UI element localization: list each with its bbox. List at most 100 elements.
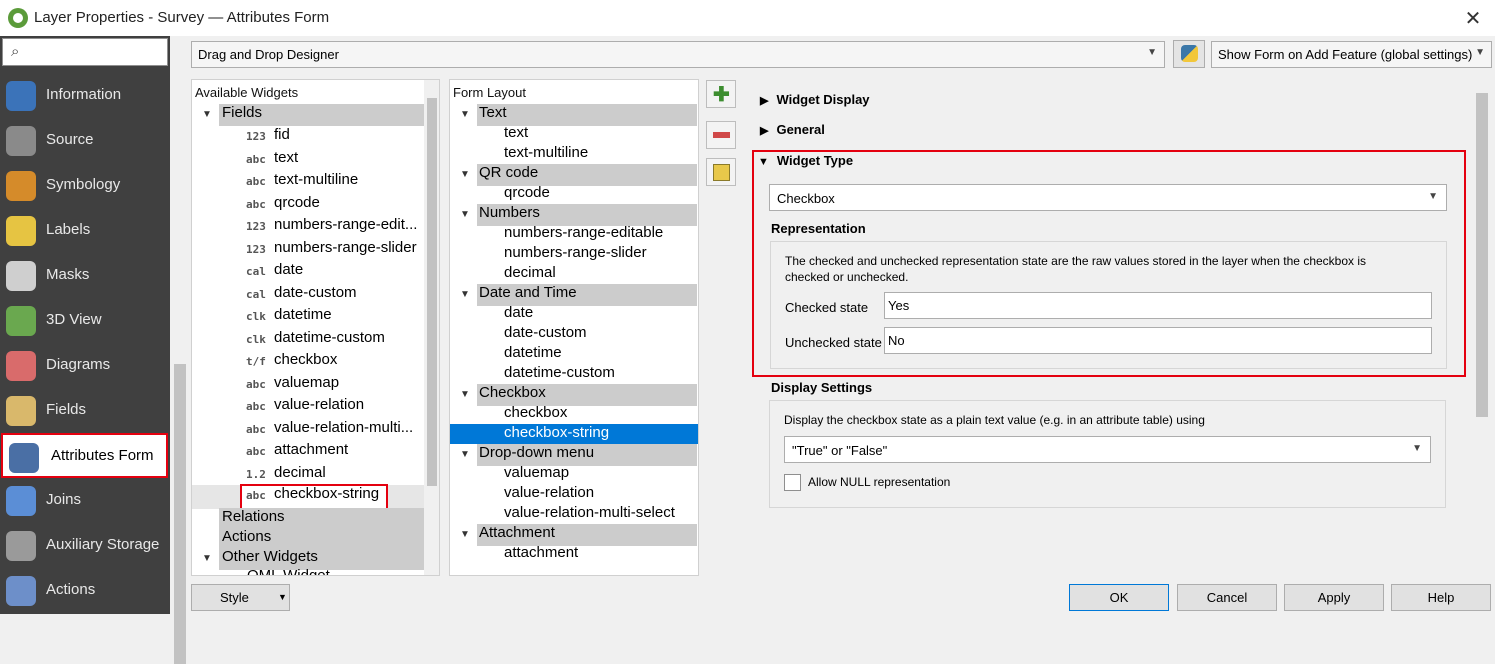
- field-item[interactable]: 123 numbers-range-edit...: [242, 216, 422, 238]
- tree-label: Date and Time: [479, 284, 577, 301]
- field-item[interactable]: 1.2 decimal: [242, 464, 422, 486]
- field-item[interactable]: 123 fid: [242, 126, 422, 148]
- field-item[interactable]: clk datetime: [242, 306, 422, 328]
- sidebar-item-3d-view[interactable]: 3D View: [0, 298, 170, 343]
- layout-group[interactable]: ▼ Drop-down menu: [460, 444, 697, 466]
- show-form-select[interactable]: Show Form on Add Feature (global setting…: [1211, 41, 1492, 68]
- field-item[interactable]: 123 numbers-range-slider: [242, 239, 422, 261]
- unchecked-state-input[interactable]: No: [884, 327, 1432, 354]
- layout-group[interactable]: ▼ Text: [460, 104, 697, 126]
- layout-item[interactable]: datetime-custom: [450, 364, 698, 384]
- search-input[interactable]: ⌕: [2, 38, 168, 66]
- sidebar-item-diagrams[interactable]: Diagrams: [0, 343, 170, 388]
- available-scrollbar[interactable]: [424, 80, 439, 575]
- sidebar-item-actions[interactable]: Actions: [0, 568, 170, 613]
- config-scrollbar[interactable]: [1473, 79, 1491, 576]
- sidebar-item-source[interactable]: Source: [0, 118, 170, 163]
- scrollbar-thumb[interactable]: [427, 98, 437, 486]
- layout-item[interactable]: date: [450, 304, 698, 324]
- triangle-down-icon[interactable]: ▼: [460, 529, 470, 540]
- qml-widget-item[interactable]: QML Widget: [247, 567, 330, 575]
- widget-type-select[interactable]: Checkbox ▼: [769, 184, 1447, 211]
- widget-type-header[interactable]: ▼ Widget Type: [758, 153, 853, 168]
- triangle-down-icon[interactable]: ▼: [202, 553, 212, 564]
- field-item[interactable]: abc text-multiline: [242, 171, 422, 193]
- field-item[interactable]: abc value-relation-multi...: [242, 419, 422, 441]
- triangle-down-icon[interactable]: ▼: [460, 109, 470, 120]
- sidebar-item-labels[interactable]: Labels: [0, 208, 170, 253]
- layout-item[interactable]: checkbox: [450, 404, 698, 424]
- sidebar-item-fields[interactable]: Fields: [0, 388, 170, 433]
- widget-display-section[interactable]: ▶ Widget Display: [760, 92, 870, 107]
- cancel-button[interactable]: Cancel: [1177, 584, 1277, 611]
- layout-group[interactable]: ▼ QR code: [460, 164, 697, 186]
- layout-group[interactable]: ▼ Checkbox: [460, 384, 697, 406]
- field-item[interactable]: abc value-relation: [242, 396, 422, 418]
- triangle-down-icon[interactable]: ▼: [460, 449, 470, 460]
- layout-item[interactable]: decimal: [450, 264, 698, 284]
- sidebar-item-auxiliary-storage[interactable]: Auxiliary Storage: [0, 523, 170, 568]
- scrollbar-thumb[interactable]: [174, 364, 186, 664]
- layout-item[interactable]: date-custom: [450, 324, 698, 344]
- field-item[interactable]: abc attachment: [242, 441, 422, 463]
- layout-item-label: value-relation-multi-select: [504, 504, 675, 521]
- designer-mode-select[interactable]: Drag and Drop Designer ▼: [191, 41, 1165, 68]
- layout-item[interactable]: qrcode: [450, 184, 698, 204]
- style-button[interactable]: Style ▼: [191, 584, 290, 611]
- field-type-icon: abc: [246, 152, 266, 166]
- sidebar-item-symbology[interactable]: Symbology: [0, 163, 170, 208]
- python-init-button[interactable]: [1173, 40, 1205, 68]
- category-actions[interactable]: Actions: [219, 528, 424, 550]
- layout-item[interactable]: checkbox-string: [450, 424, 698, 444]
- field-item[interactable]: t/f checkbox: [242, 351, 422, 373]
- nav-scrollbar[interactable]: [170, 80, 190, 664]
- layout-item-label: qrcode: [504, 184, 550, 201]
- layout-item[interactable]: attachment: [450, 544, 698, 564]
- sidebar-item-info[interactable]: Information: [0, 73, 170, 118]
- field-item[interactable]: abc text: [242, 149, 422, 171]
- layout-item[interactable]: valuemap: [450, 464, 698, 484]
- ok-button[interactable]: OK: [1069, 584, 1169, 611]
- sidebar-item-joins[interactable]: Joins: [0, 478, 170, 523]
- layout-group[interactable]: ▼ Attachment: [460, 524, 697, 546]
- layout-item[interactable]: numbers-range-slider: [450, 244, 698, 264]
- category-fields[interactable]: ▼ Fields: [202, 104, 424, 126]
- layout-item[interactable]: numbers-range-editable: [450, 224, 698, 244]
- close-icon[interactable]: ✕: [1463, 6, 1483, 31]
- triangle-down-icon[interactable]: ▼: [460, 389, 470, 400]
- add-container-button[interactable]: ✚: [706, 80, 736, 108]
- layout-item[interactable]: text: [450, 124, 698, 144]
- tree-label: Numbers: [479, 204, 540, 221]
- field-item[interactable]: abc checkbox-string: [192, 484, 424, 510]
- triangle-down-icon[interactable]: ▼: [460, 289, 470, 300]
- invert-selection-button[interactable]: [706, 158, 736, 186]
- display-format-select[interactable]: "True" or "False" ▼: [784, 436, 1431, 463]
- layout-item[interactable]: datetime: [450, 344, 698, 364]
- apply-button[interactable]: Apply: [1284, 584, 1384, 611]
- layout-item[interactable]: value-relation-multi-select: [450, 504, 698, 524]
- field-item[interactable]: clk datetime-custom: [242, 329, 422, 351]
- general-section[interactable]: ▶ General: [760, 122, 825, 137]
- field-item[interactable]: abc valuemap: [242, 374, 422, 396]
- triangle-down-icon[interactable]: ▼: [460, 169, 470, 180]
- remove-item-button[interactable]: [706, 121, 736, 149]
- layout-group[interactable]: ▼ Date and Time: [460, 284, 697, 306]
- category-relations[interactable]: Relations: [219, 508, 424, 530]
- unchecked-state-label: Unchecked state: [785, 335, 882, 350]
- layout-item[interactable]: value-relation: [450, 484, 698, 504]
- field-item[interactable]: cal date-custom: [242, 284, 422, 306]
- sidebar-item-attributes-form[interactable]: Attributes Form: [1, 433, 168, 478]
- sidebar-item-masks[interactable]: Masks: [0, 253, 170, 298]
- triangle-down-icon[interactable]: ▼: [460, 209, 470, 220]
- layout-item[interactable]: text-multiline: [450, 144, 698, 164]
- scrollbar-thumb[interactable]: [1476, 93, 1488, 417]
- field-item[interactable]: abc qrcode: [242, 194, 422, 216]
- checked-state-input[interactable]: Yes: [884, 292, 1432, 319]
- allow-null-checkbox[interactable]: [784, 474, 801, 491]
- field-type-icon: abc: [246, 175, 266, 188]
- masks-icon: [6, 261, 36, 291]
- triangle-down-icon[interactable]: ▼: [202, 109, 212, 120]
- help-button[interactable]: Help: [1391, 584, 1491, 611]
- layout-group[interactable]: ▼ Numbers: [460, 204, 697, 226]
- field-item[interactable]: cal date: [242, 261, 422, 283]
